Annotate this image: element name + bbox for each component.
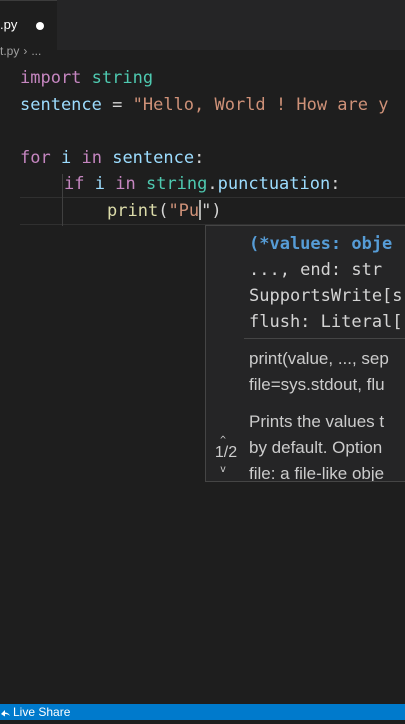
live-share-icon[interactable]: [0, 704, 11, 724]
signature-description: Prints the values t by default. Option f…: [249, 412, 385, 482]
indent-guide: [62, 200, 63, 226]
live-share-label[interactable]: Live Share: [13, 704, 70, 720]
tab-bar: .py: [0, 0, 405, 51]
breadcrumb-file[interactable]: t.py: [0, 44, 19, 58]
signature-doc: print(value, ..., sep file=sys.stdout, f…: [249, 349, 389, 394]
breadcrumb-separator: ›: [23, 44, 28, 58]
code-line-5: if i in string.punctuation:: [64, 174, 341, 194]
signature-help-popup[interactable]: (*values: obje ..., end: str SupportsWri…: [205, 225, 405, 482]
chevron-down-icon[interactable]: v: [220, 464, 226, 475]
code-line-4: for i in sentence:: [20, 148, 205, 168]
popup-divider: [244, 338, 405, 339]
indent-guide: [62, 174, 63, 200]
unsaved-dot-icon[interactable]: [36, 22, 44, 30]
breadcrumb: t.py ›...: [0, 44, 45, 64]
code-line-1: import string: [20, 68, 154, 88]
breadcrumb-more[interactable]: ...: [31, 44, 41, 58]
code-line-6: print("Pu "): [107, 200, 222, 221]
code-line-2: sentence = "Hello, World ! How are y: [20, 95, 389, 115]
tab-label: .py: [0, 17, 18, 32]
overload-counter: 1/2: [214, 444, 238, 461]
status-bar: Live Share: [0, 704, 405, 720]
signature-text: (*values: obje ..., end: str SupportsWri…: [249, 234, 403, 332]
